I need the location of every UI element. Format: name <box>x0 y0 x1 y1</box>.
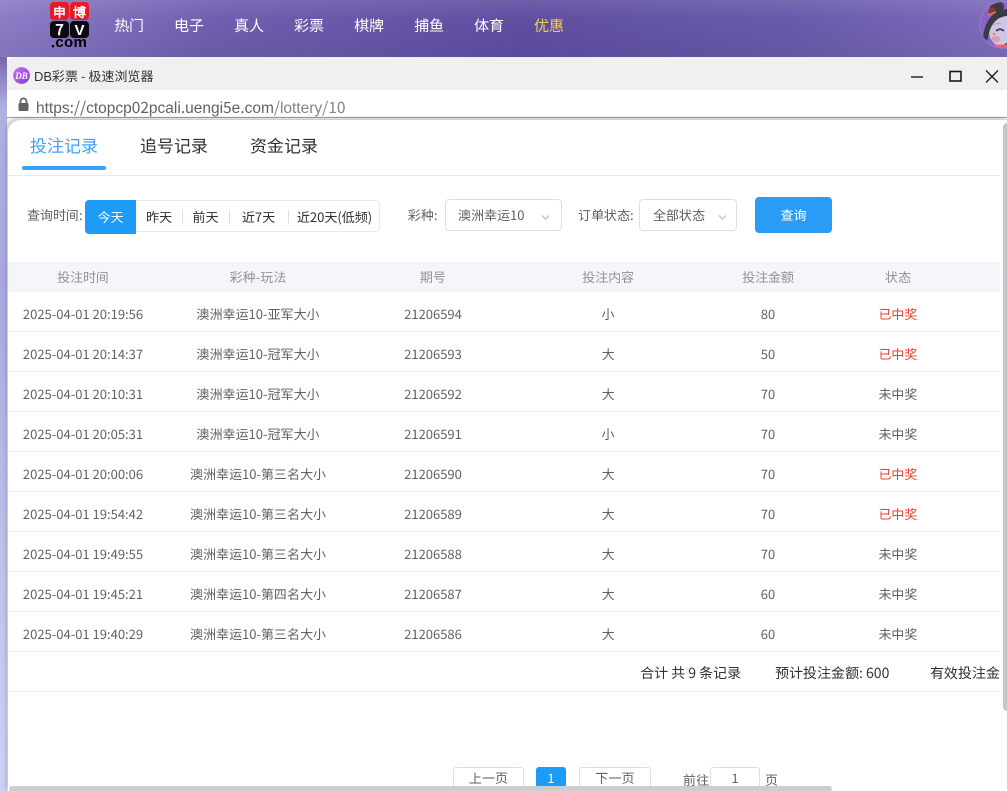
svg-text:DB: DB <box>14 71 28 81</box>
